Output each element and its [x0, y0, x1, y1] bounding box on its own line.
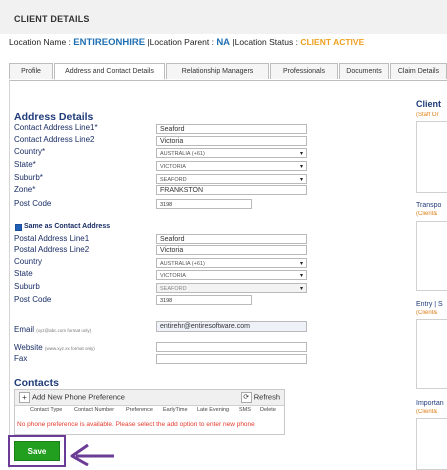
website-input[interactable]: [156, 342, 307, 352]
website-label-text: Website: [14, 343, 43, 352]
column-header: EarlyTime: [163, 407, 188, 413]
postal-state-value: VICTORIA: [160, 273, 186, 279]
refresh-label: Refresh: [253, 392, 280, 402]
same-as-contact-label: Same as Contact Address: [24, 223, 111, 230]
location-bar: Location Name : ENTIREONHIRE |Location P…: [9, 37, 364, 48]
chevron-down-icon: ▾: [299, 286, 303, 292]
country-label: Country*: [14, 147, 46, 156]
tab-documents[interactable]: Documents: [339, 63, 389, 79]
postal-suburb-value: SEAFORD: [160, 286, 187, 292]
client-panel-sub: (Staff Or: [416, 112, 439, 118]
tab-relationship-managers[interactable]: Relationship Managers: [166, 63, 269, 79]
column-header: Contact Number: [74, 407, 115, 413]
entry-panel-heading: Entry | S: [416, 301, 443, 308]
website-hint: (www.xyz.xx format only): [45, 346, 95, 351]
zone-label: Zone*: [14, 185, 36, 194]
tab-professionals[interactable]: Professionals: [270, 63, 338, 79]
contacts-grid: + Add New Phone Preference ⟳ Refresh Cont…: [14, 389, 285, 435]
email-input[interactable]: entirehr@entiresoftware.com: [156, 321, 307, 332]
postal-suburb-select[interactable]: SEAFORD ▾: [156, 283, 307, 293]
column-header: Contact Type: [30, 407, 63, 413]
chevron-down-icon: ▾: [299, 151, 303, 157]
country-select-value: AUSTRALIA (+61): [160, 151, 205, 157]
email-label: Email (xyz@abc.com format only): [14, 325, 91, 334]
postal-line1-label: Postal Address Line1: [14, 234, 90, 243]
chevron-down-icon: ▾: [299, 261, 303, 267]
postcode-input[interactable]: 3198: [156, 199, 252, 209]
pointer-arrow-icon: [70, 443, 114, 466]
page-title: CLIENT DETAILS: [14, 14, 90, 24]
refresh-icon: ⟳: [240, 392, 252, 403]
add-phone-preference-label: Add New Phone Preference: [32, 392, 125, 402]
transport-panel-heading: Transpo: [416, 202, 442, 209]
fax-input[interactable]: [156, 354, 307, 364]
suburb-select[interactable]: SEAFORD ▾: [156, 174, 307, 184]
column-header: SMS: [239, 407, 251, 413]
tab-claim-details[interactable]: Claim Details: [390, 63, 447, 79]
contact-line2-input[interactable]: Victoria: [156, 136, 307, 146]
postal-line1-input[interactable]: Seaford: [156, 234, 307, 244]
website-label: Website (www.xyz.xx format only): [14, 343, 95, 352]
client-notes-box[interactable]: [416, 121, 447, 193]
contact-line1-label: Contact Address Line1*: [14, 123, 98, 132]
tab-profile[interactable]: Profile: [9, 63, 53, 79]
client-panel-heading: Client: [416, 99, 442, 109]
column-header: Preference: [126, 407, 153, 413]
chevron-down-icon: ▾: [299, 177, 303, 183]
save-highlight: Save: [8, 435, 66, 467]
email-label-text: Email: [14, 325, 35, 334]
postal-country-select[interactable]: AUSTRALIA (+61) ▾: [156, 258, 307, 268]
transport-notes-box[interactable]: [416, 221, 447, 291]
suburb-select-value: SEAFORD: [160, 177, 187, 183]
entry-notes-box[interactable]: [416, 319, 447, 389]
location-parent-value: NA: [216, 37, 231, 48]
postal-postcode-label: Post Code: [14, 295, 52, 304]
important-panel-heading: Importan: [416, 400, 444, 407]
add-phone-preference-button[interactable]: + Add New Phone Preference: [19, 392, 125, 403]
fax-label: Fax: [14, 354, 28, 363]
suburb-label: Suburb*: [14, 173, 43, 182]
postal-country-label: Country: [14, 257, 43, 266]
postal-state-select[interactable]: VICTORIA ▾: [156, 270, 307, 280]
state-label: State*: [14, 160, 36, 169]
location-parent-label: |Location Parent :: [147, 37, 214, 47]
contact-line1-input[interactable]: Seaford: [156, 124, 307, 134]
contacts-title: Contacts: [14, 377, 59, 389]
transport-panel-sub: (Client&: [416, 211, 438, 217]
postal-country-value: AUSTRALIA (+61): [160, 261, 205, 267]
important-notes-box[interactable]: [416, 418, 447, 470]
location-name-label: Location Name :: [9, 37, 71, 47]
chevron-down-icon: ▾: [299, 164, 303, 170]
postal-suburb-label: Suburb: [14, 282, 40, 291]
chevron-down-icon: ▾: [299, 273, 303, 279]
column-header: Late Evening: [197, 407, 230, 413]
same-as-contact-checkbox[interactable]: [15, 224, 22, 231]
state-select[interactable]: VICTORIA ▾: [156, 161, 307, 171]
country-select[interactable]: AUSTRALIA (+61) ▾: [156, 148, 307, 158]
tab-address-contact[interactable]: Address and Contact Details: [54, 63, 165, 80]
address-details-title: Address Details: [14, 111, 94, 123]
zone-input[interactable]: FRANKSTON: [156, 185, 307, 195]
save-button[interactable]: Save: [14, 441, 60, 461]
contact-line2-label: Contact Address Line2: [14, 135, 95, 144]
contacts-toolbar: + Add New Phone Preference ⟳ Refresh: [15, 390, 284, 406]
state-select-value: VICTORIA: [160, 164, 186, 170]
postcode-label: Post Code: [14, 199, 52, 208]
location-name-value: ENTIREONHIRE: [73, 37, 146, 48]
postal-state-label: State: [14, 269, 33, 278]
postal-postcode-input[interactable]: 3198: [156, 295, 252, 305]
important-panel-sub: (Client&: [416, 409, 438, 415]
plus-icon: +: [19, 392, 30, 403]
refresh-button[interactable]: ⟳ Refresh: [240, 392, 280, 403]
location-status-value: CLIENT ACTIVE: [300, 37, 365, 47]
location-status-label: |Location Status :: [232, 37, 298, 47]
postal-line2-label: Postal Address Line2: [14, 245, 90, 254]
email-hint: (xyz@abc.com format only): [36, 328, 92, 333]
entry-panel-sub: (Client&: [416, 310, 438, 316]
column-header: Delete: [260, 407, 276, 413]
postal-line2-input[interactable]: Victoria: [156, 245, 307, 255]
tab-bar: Profile Address and Contact Details Rela…: [9, 63, 447, 81]
empty-contacts-message: No phone preference is available. Please…: [17, 421, 255, 428]
